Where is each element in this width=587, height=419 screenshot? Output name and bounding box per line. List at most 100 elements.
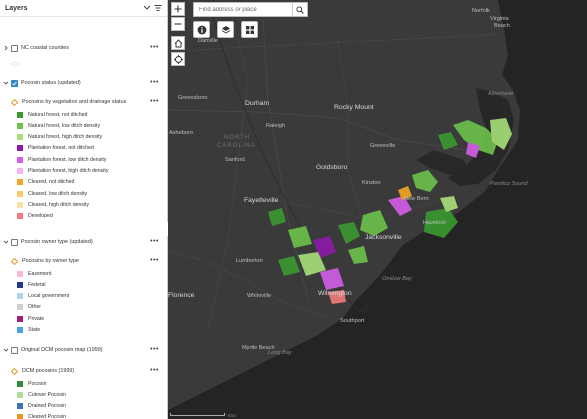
legend-swatch (17, 327, 23, 333)
map-place-label: Asheboro (169, 130, 193, 136)
search-icon (296, 5, 304, 14)
chevron-right-icon[interactable] (3, 45, 9, 51)
map-place-label: Danville (198, 38, 218, 44)
info-button[interactable] (193, 21, 210, 38)
plus-icon (174, 5, 182, 13)
legend-label: Cleared Pocosin (28, 414, 67, 419)
legend-label: Other (28, 304, 41, 311)
filter-icon[interactable] (154, 4, 162, 12)
map-place-label: Whiteville (247, 293, 271, 299)
search-box (193, 2, 308, 17)
legend-swatch (17, 168, 23, 174)
legend-label: Developed (28, 213, 53, 220)
chevron-down-icon[interactable] (3, 239, 9, 245)
more-options-icon[interactable]: ••• (150, 237, 159, 247)
more-options-icon[interactable]: ••• (150, 43, 159, 53)
home-button[interactable] (171, 36, 185, 50)
legend-swatch (17, 190, 23, 197)
map-place-label: Sanford (225, 157, 245, 163)
layer-row[interactable]: Pocosin owner type (updated) ••• (0, 237, 167, 247)
basemap (168, 0, 587, 419)
sublayer-diamond-icon (11, 98, 18, 106)
map-view[interactable]: Norfolk Virginia Beach Danville Greensboro Du… (168, 0, 587, 419)
map-place-label: Greensboro (178, 95, 208, 101)
zoom-out-button[interactable] (171, 17, 185, 31)
layer-row[interactable]: NC coastal counties ••• (0, 43, 167, 53)
layer-visibility-checkbox[interactable] (11, 238, 18, 246)
sublayer-row[interactable]: Pocosins by owner type ••• (0, 256, 167, 266)
legend-item: Cleared, not ditched (0, 178, 160, 187)
legend-item: Cleared, high ditch density (0, 200, 160, 209)
locate-button[interactable] (171, 52, 185, 66)
collapse-panel-icon[interactable] (143, 4, 151, 12)
legend-label: Natural forest, not ditched (28, 111, 88, 118)
layer-visibility-checkbox[interactable] (11, 44, 18, 52)
more-options-icon[interactable]: ••• (150, 345, 159, 355)
legend-swatch (17, 403, 23, 410)
search-button[interactable] (292, 3, 307, 16)
map-place-label: Greenville (370, 143, 396, 149)
legend-swatch (17, 270, 23, 277)
minus-icon (174, 23, 182, 25)
legend-label: Easement (28, 270, 52, 277)
map-place-label: Albemarle (488, 91, 514, 97)
legend-swatch (17, 391, 23, 398)
legend-item: Drained Pocosin (0, 402, 160, 411)
legend-item: Cleared, low ditch density (0, 189, 160, 198)
legend-item: Natural forest, high ditch density (0, 133, 160, 142)
attribution: Esri (228, 413, 236, 418)
legend-item: Plantation forest, not ditched (0, 144, 160, 153)
map-place-label: Norfolk (472, 8, 490, 14)
more-options-icon[interactable]: ••• (150, 97, 159, 107)
more-options-icon[interactable]: ••• (150, 78, 159, 88)
layer-visibility-checkbox[interactable] (11, 79, 18, 87)
map-place-label: Virginia (490, 16, 509, 22)
legend-item: Private (0, 314, 160, 323)
map-place-label: Durham (245, 100, 270, 107)
layer-visibility-checkbox[interactable] (11, 346, 18, 354)
legend-swatch (17, 414, 23, 419)
basemap-gallery-button[interactable] (241, 21, 258, 38)
map-place-label: Pamlico Sound (490, 181, 528, 187)
layers-icon (221, 25, 230, 34)
legend-label: Plantation forest, low ditch density (28, 156, 107, 163)
sublayer-diamond-icon (11, 257, 18, 265)
home-icon (174, 38, 182, 47)
layer-title: NC coastal counties (21, 45, 69, 51)
map-place-label: Raleigh (266, 123, 285, 129)
legend-label: Federal (28, 281, 46, 288)
legend-swatch (17, 281, 23, 288)
legend-item: Cutover Pocosin (0, 390, 160, 399)
legend-label: Cutover Pocosin (28, 391, 67, 398)
map-place-label: Lumberton (236, 258, 263, 264)
legend-label: Cleared, not ditched (28, 179, 75, 186)
chevron-down-icon[interactable] (3, 347, 9, 353)
map-place-label: Goldsboro (316, 164, 348, 171)
map-place-label: Beach (494, 23, 510, 29)
layer-title: Pocosin status (updated) (21, 80, 81, 86)
legend-label: Plantation forest, high ditch density (28, 168, 109, 174)
sublayer-row[interactable]: DCM pocosins (1999) ••• (0, 366, 167, 376)
map-place-label: Jacksonville (365, 234, 402, 241)
layer-row[interactable]: Pocosin status (updated) ••• (0, 78, 167, 88)
map-place-label: CAROLINA (217, 143, 256, 149)
sublayer-title: Pocosins by owner type (22, 258, 79, 264)
search-input[interactable] (194, 3, 292, 16)
more-options-icon[interactable]: ••• (150, 366, 159, 376)
panel-header: Layers (0, 0, 167, 17)
sublayer-row[interactable]: Pocosins by vegetation and drainage stat… (0, 97, 167, 107)
map-place-label: Kinston (362, 180, 381, 186)
zoom-in-button[interactable] (171, 2, 185, 16)
more-options-icon[interactable]: ••• (150, 256, 159, 266)
layer-list-button[interactable] (217, 21, 234, 38)
legend-item: Natural forest, low ditch density (0, 121, 160, 130)
legend-item: Natural forest, not ditched (0, 110, 160, 119)
legend-swatch (17, 315, 23, 322)
legend-swatch (17, 201, 23, 208)
legend-swatch (17, 145, 23, 152)
layer-row[interactable]: Original DCM pocosin map (1999) ••• (0, 345, 167, 355)
legend-swatch (17, 179, 23, 186)
map-place-label: Onslow Bay (382, 276, 412, 282)
chevron-down-icon[interactable] (3, 80, 9, 86)
map-place-label: NORTH (224, 135, 251, 141)
